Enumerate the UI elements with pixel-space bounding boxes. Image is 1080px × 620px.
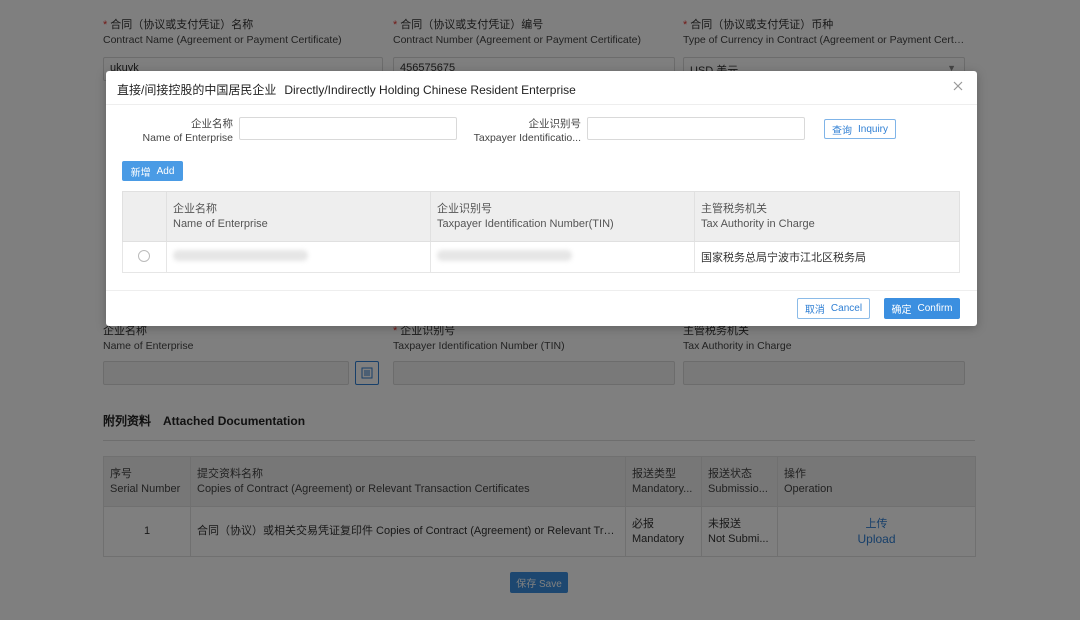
column-header-enterprise-name: 企业名称 Name of Enterprise	[166, 191, 431, 242]
row-radio[interactable]	[138, 249, 150, 262]
cancel-button[interactable]: 取消 Cancel	[797, 298, 870, 319]
holding-enterprise-modal: 直接/间接控股的中国居民企业 Directly/Indirectly Holdin…	[106, 71, 977, 326]
modal-title-en: Directly/Indirectly Holding Chinese Resi…	[284, 83, 576, 97]
table-row[interactable]: 国家税务总局宁波市江北区税务局	[122, 241, 960, 273]
close-icon[interactable]	[951, 79, 965, 93]
enterprise-name-cell	[166, 241, 431, 273]
modal-title: 直接/间接控股的中国居民企业 Directly/Indirectly Holdin…	[117, 81, 576, 98]
confirm-button[interactable]: 确定 Confirm	[884, 298, 960, 319]
column-header-tin: 企业识别号 Taxpayer Identification Number(TIN)	[430, 191, 695, 242]
enterprise-table: 企业名称 Name of Enterprise 企业识别号 Taxpayer Ide…	[122, 191, 960, 273]
inquiry-button[interactable]: 查询 Inquiry	[824, 119, 896, 139]
modal-header: 直接/间接控股的中国居民企业 Directly/Indirectly Holdin…	[106, 71, 977, 105]
tin-cell	[430, 241, 695, 273]
modal-footer-divider	[106, 290, 977, 291]
row-select-cell	[122, 241, 167, 273]
query-tin-input[interactable]	[587, 117, 805, 140]
redacted-text	[173, 250, 308, 261]
tax-authority-cell: 国家税务总局宁波市江北区税务局	[694, 241, 960, 273]
column-header-tax-authority: 主管税务机关 Tax Authority in Charge	[694, 191, 960, 242]
select-column-header	[122, 191, 167, 242]
query-name-label: 企业名称 Name of Enterprise	[142, 118, 233, 144]
modal-title-cn: 直接/间接控股的中国居民企业	[117, 83, 277, 97]
query-tin-label: 企业识别号 Taxpayer Identificatio...	[473, 118, 581, 144]
query-name-input[interactable]	[239, 117, 457, 140]
redacted-text	[437, 250, 572, 261]
table-header-row: 企业名称 Name of Enterprise 企业识别号 Taxpayer Ide…	[122, 191, 960, 242]
add-button[interactable]: 新增 Add	[122, 161, 183, 181]
